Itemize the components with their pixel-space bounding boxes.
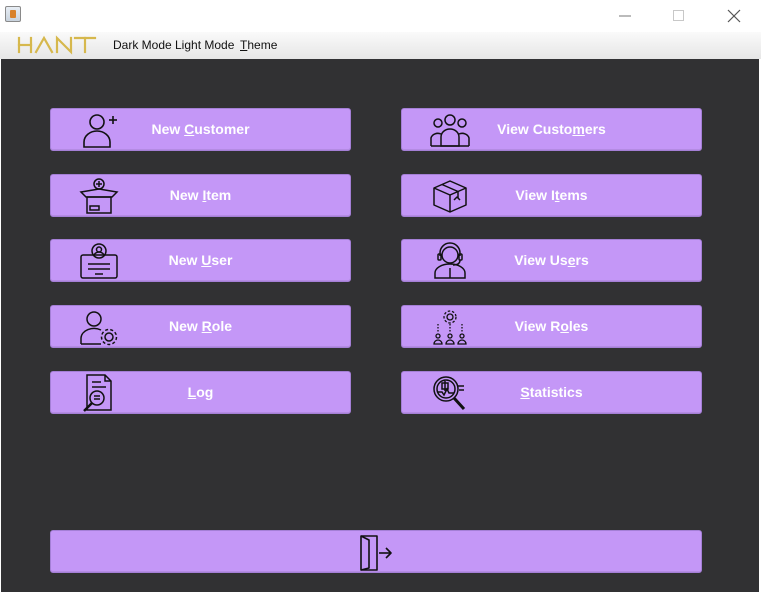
close-icon — [727, 9, 741, 23]
new-item-label: New Item — [169, 187, 232, 203]
maximize-icon — [673, 10, 684, 21]
new-customer-button[interactable]: New Customer — [50, 108, 351, 151]
view-users-label: View Users — [514, 252, 589, 268]
dashboard-panel: New Customer View Customers New Item Vie… — [1, 59, 759, 592]
maximize-button[interactable] — [654, 0, 704, 32]
new-role-label: New Role — [168, 318, 233, 334]
view-roles-label: View Roles — [514, 318, 589, 334]
menu-light-mode[interactable]: Light Mode — [175, 38, 234, 52]
exit-button[interactable] — [50, 530, 702, 573]
hant-logo — [17, 35, 97, 55]
view-users-button[interactable]: View Users — [401, 239, 702, 282]
statistics-button[interactable]: Statistics — [401, 371, 702, 414]
view-roles-button[interactable]: View Roles — [401, 305, 702, 348]
new-customer-label: New Customer — [151, 121, 250, 137]
log-button[interactable]: Log — [50, 371, 351, 414]
new-item-button[interactable]: New Item — [50, 174, 351, 217]
exit-door-icon — [360, 535, 392, 571]
menu-dark-mode[interactable]: Dark Mode — [113, 38, 172, 52]
minimize-icon — [619, 15, 631, 17]
view-items-button[interactable]: View Items — [401, 174, 702, 217]
minimize-button[interactable] — [600, 0, 650, 32]
log-label: Log — [187, 384, 214, 400]
menu-theme[interactable]: Theme — [240, 38, 277, 52]
close-button[interactable] — [709, 0, 759, 32]
new-user-button[interactable]: New User — [50, 239, 351, 282]
menu-bar: Dark Mode Light Mode Theme — [0, 32, 761, 59]
new-role-button[interactable]: New Role — [50, 305, 351, 348]
view-items-label: View Items — [515, 187, 588, 203]
window-titlebar — [0, 0, 761, 32]
new-user-label: New User — [168, 252, 233, 268]
view-customers-button[interactable]: View Customers — [401, 108, 702, 151]
statistics-label: Statistics — [520, 384, 583, 400]
view-customers-label: View Customers — [497, 121, 606, 137]
java-cup-icon — [5, 6, 21, 22]
